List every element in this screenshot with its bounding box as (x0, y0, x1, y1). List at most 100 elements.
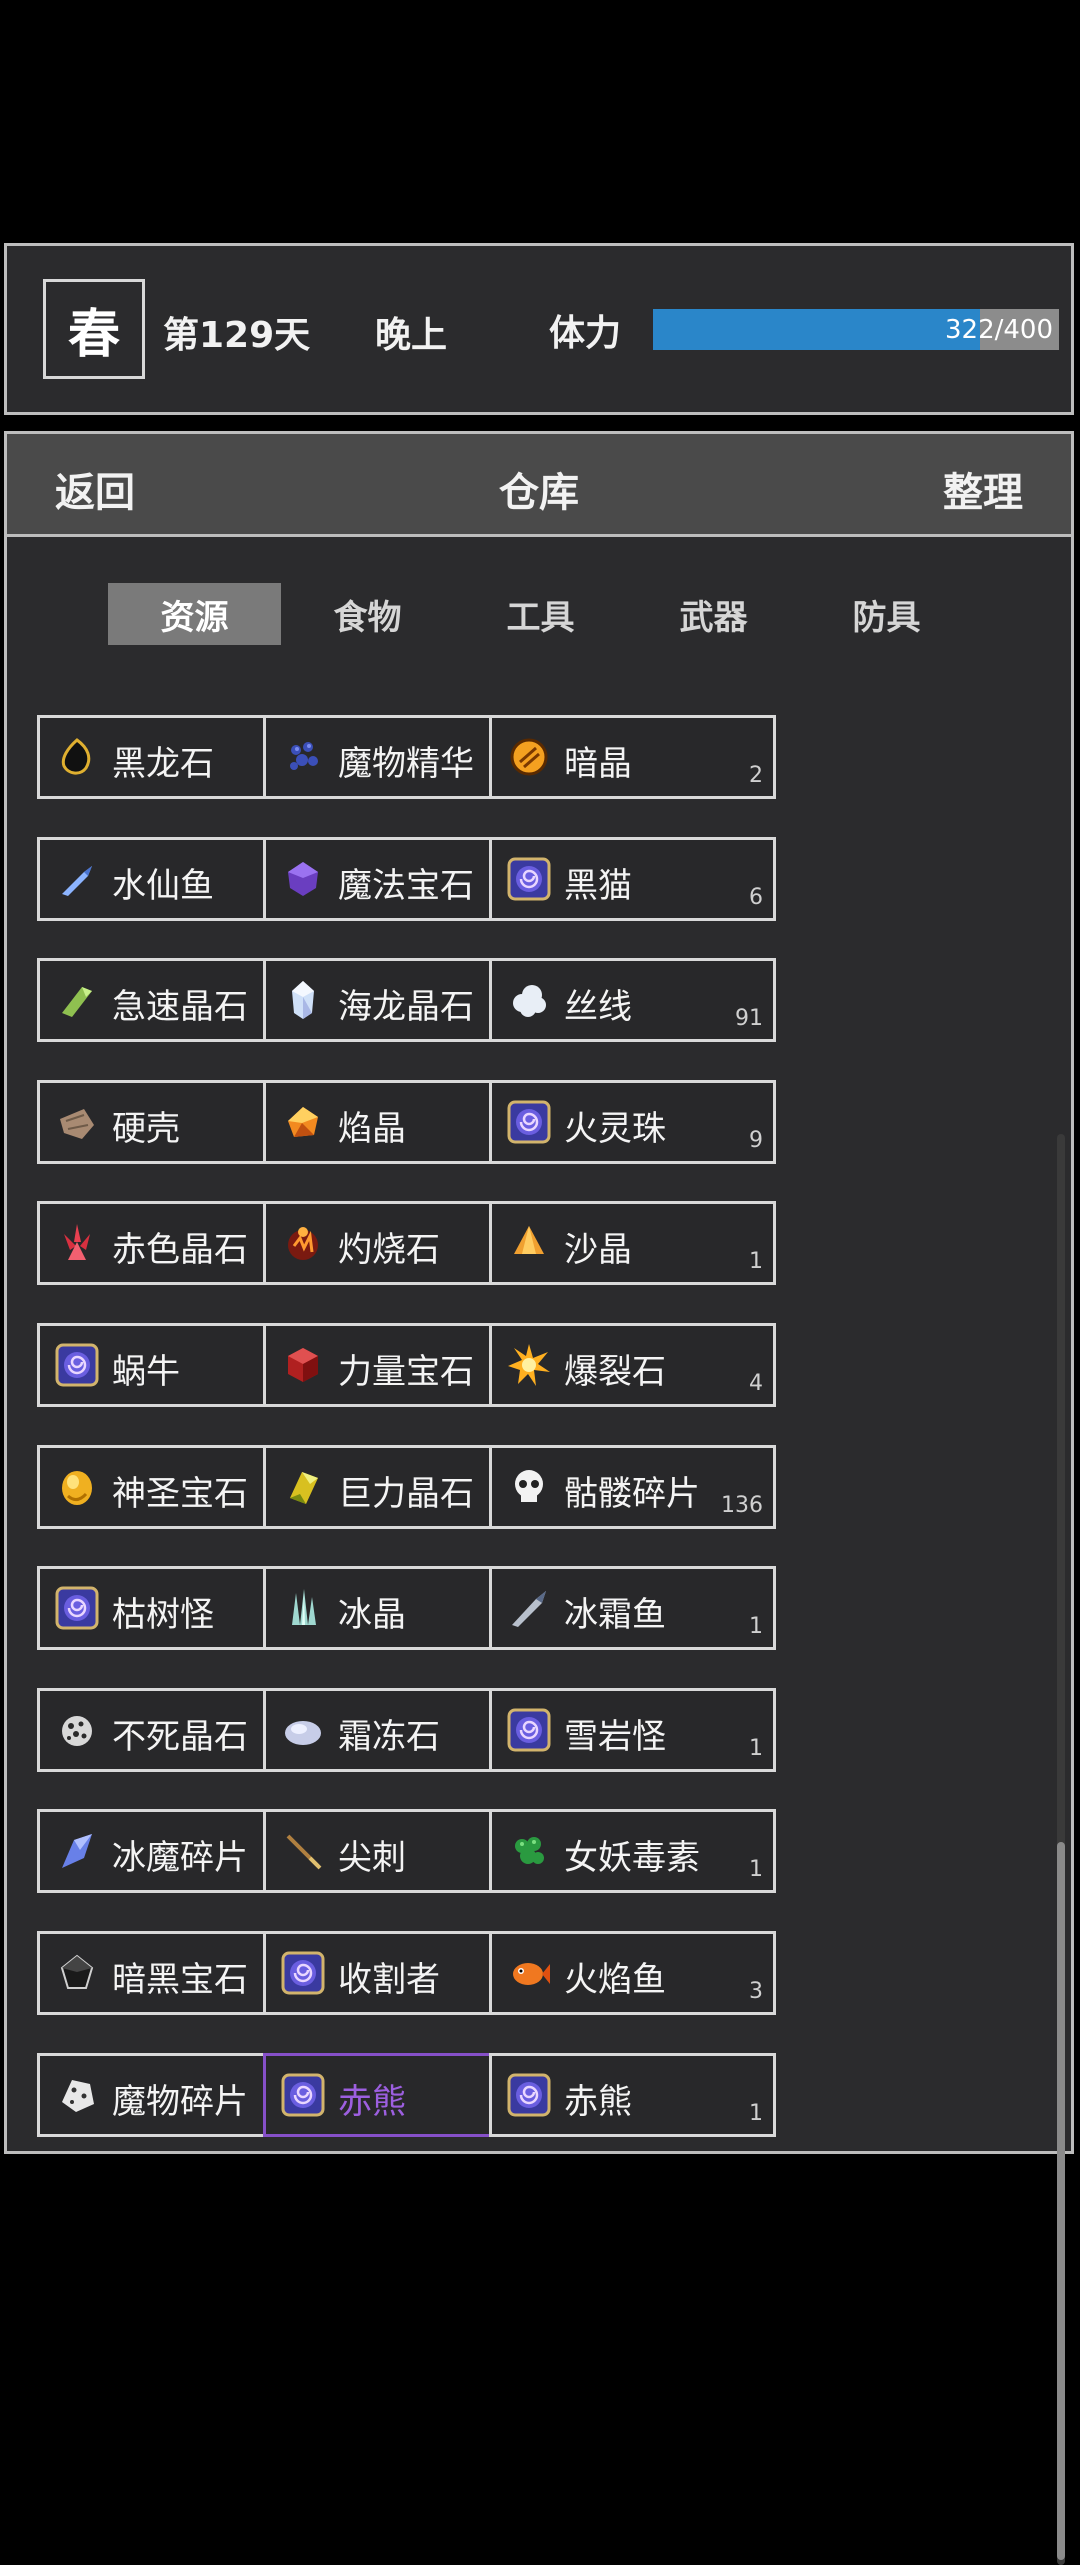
explosion-icon (506, 1342, 552, 1388)
inventory-slot[interactable]: 雪岩怪 1 (489, 1688, 776, 1772)
item-name: 蜗牛 (112, 1352, 180, 1392)
item-name: 神圣宝石 (112, 1474, 248, 1514)
season-badge: 春 (43, 279, 145, 379)
panel-header: 返回 仓库 整理 (7, 434, 1071, 537)
stamina-label: 体力 (549, 313, 622, 354)
green-crystal-icon (54, 977, 100, 1023)
sort-button[interactable]: 整理 (943, 460, 1023, 518)
item-name: 骷髅碎片 (564, 1474, 700, 1514)
item-name: 焰晶 (338, 1109, 406, 1149)
item-name: 雪岩怪 (564, 1717, 666, 1757)
item-name: 急速晶石 (112, 987, 248, 1027)
dark-gem-icon (54, 1950, 100, 1996)
day-counter: 第129天 (163, 315, 311, 356)
item-name: 水仙鱼 (112, 866, 214, 906)
cloud-icon (506, 977, 552, 1023)
item-count: 3 (749, 1979, 763, 2004)
purple-gem-icon (280, 856, 326, 902)
tab-food[interactable]: 食物 (281, 583, 454, 645)
ice-crystal-icon (280, 1585, 326, 1631)
storage-panel: 返回 仓库 整理 资源食物工具武器防具 黑龙石2魔物精华213暗晶2水仙鱼1魔法… (4, 431, 1074, 2565)
item-name: 魔法宝石 (338, 866, 474, 906)
inventory-slot[interactable]: 火焰鱼 3 (489, 1931, 776, 2015)
pale-crystal-icon (280, 977, 326, 1023)
blue-fish-icon (54, 856, 100, 902)
silver-fish-icon (506, 1585, 552, 1631)
blue-cluster-icon (280, 734, 326, 780)
item-name: 女妖毒素 (564, 1838, 700, 1878)
item-name: 硬壳 (112, 1109, 180, 1149)
item-name: 暗黑宝石 (112, 1960, 248, 2000)
red-cube-icon (280, 1342, 326, 1388)
item-name: 尖刺 (338, 1838, 406, 1878)
item-name: 收割者 (338, 1960, 440, 2000)
stamina-value: 322/400 (944, 314, 1053, 345)
tab-weapons[interactable]: 武器 (627, 583, 800, 645)
burning-rock-icon (280, 1220, 326, 1266)
item-count: 1 (749, 2101, 763, 2126)
item-name: 霜冻石 (338, 1717, 440, 1757)
green-blob-icon (506, 1828, 552, 1874)
white-shard-icon (54, 2072, 100, 2118)
item-name: 枯树怪 (112, 1595, 214, 1635)
swirl-portrait-icon (506, 1707, 552, 1753)
inventory-slot[interactable]: 爆裂石 4 (489, 1323, 776, 1407)
item-name: 暗晶 (564, 744, 632, 784)
item-name: 黑龙石 (112, 744, 214, 784)
item-count: 91 (735, 1006, 763, 1031)
item-name: 海龙晶石 (338, 987, 474, 1027)
swirl-portrait-icon (506, 2072, 552, 2118)
sand-crystal-icon (506, 1220, 552, 1266)
item-count: 2 (749, 763, 763, 788)
item-name: 赤色晶石 (112, 1230, 248, 1270)
scrollbar-thumb[interactable] (1057, 1842, 1065, 2560)
inventory-slot[interactable]: 女妖毒素 1 (489, 1809, 776, 1893)
inventory-slot[interactable]: 冰霜鱼 1 (489, 1566, 776, 1650)
item-name: 冰晶 (338, 1595, 406, 1635)
tab-resources[interactable]: 资源 (108, 583, 281, 645)
item-name: 丝线 (564, 987, 632, 1027)
page-title: 仓库 (499, 470, 579, 516)
inventory-slot[interactable]: 火灵珠 9 (489, 1080, 776, 1164)
tab-tools[interactable]: 工具 (454, 583, 627, 645)
item-name: 不死晶石 (112, 1717, 248, 1757)
scrollbar[interactable] (1057, 1134, 1065, 2565)
inventory-slot[interactable]: 骷髅碎片 136 (489, 1445, 776, 1529)
inventory-slot[interactable]: 沙晶 1 (489, 1201, 776, 1285)
inventory-slot[interactable]: 丝线 91 (489, 958, 776, 1042)
skull-icon (506, 1464, 552, 1510)
stamina-bar: 322/400 (653, 309, 1059, 350)
item-count: 9 (749, 1128, 763, 1153)
item-name: 力量宝石 (338, 1352, 474, 1392)
item-count: 1 (749, 1249, 763, 1274)
stamina-bar-fill (653, 309, 980, 350)
time-of-day: 晚上 (375, 315, 448, 356)
item-name: 黑猫 (564, 866, 632, 906)
item-name: 火焰鱼 (564, 1960, 666, 2000)
swirl-portrait-icon (506, 856, 552, 902)
tab-armor[interactable]: 防具 (800, 583, 973, 645)
flame-gem-icon (280, 1099, 326, 1145)
swirl-portrait-icon (54, 1342, 100, 1388)
item-count: 1 (749, 1614, 763, 1639)
orange-orb-icon (506, 734, 552, 780)
inventory-slot[interactable]: 黑猫 6 (489, 837, 776, 921)
status-bar: 春 第129天 晚上 体力 322/400 (4, 243, 1074, 415)
back-button[interactable]: 返回 (55, 460, 135, 518)
item-count: 1 (749, 1736, 763, 1761)
item-name: 冰霜鱼 (564, 1595, 666, 1635)
gold-gem-icon (54, 1464, 100, 1510)
item-name: 赤熊 (338, 2082, 406, 2122)
item-name: 灼烧石 (338, 1230, 440, 1270)
fire-fish-icon (506, 1950, 552, 1996)
swirl-portrait-icon (506, 1099, 552, 1145)
swirl-portrait-icon (280, 1950, 326, 1996)
inventory-slot[interactable]: 赤熊 1 (489, 2053, 776, 2137)
item-name: 爆裂石 (564, 1352, 666, 1392)
item-count: 1 (749, 1857, 763, 1882)
inventory-slot[interactable]: 暗晶 2 (489, 715, 776, 799)
yellow-green-crystal-icon (280, 1464, 326, 1510)
item-count: 4 (749, 1371, 763, 1396)
item-name: 火灵珠 (564, 1109, 666, 1149)
blue-shard-icon (54, 1828, 100, 1874)
